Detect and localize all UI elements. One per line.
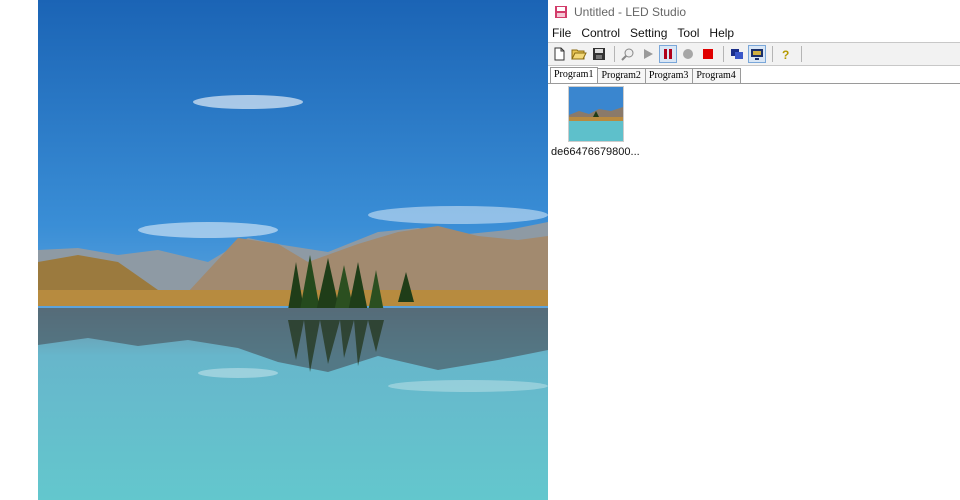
title-bar: Untitled - LED Studio (548, 0, 960, 24)
record-icon (683, 49, 693, 59)
screen-icon (751, 49, 763, 60)
save-button[interactable] (590, 45, 608, 63)
tab-program2[interactable]: Program2 (597, 68, 646, 83)
menu-file[interactable]: File (552, 26, 571, 40)
help-question-icon: ? (782, 48, 789, 61)
magnifier-icon (621, 48, 634, 61)
tab-program3[interactable]: Program3 (644, 68, 694, 83)
toolbar-separator (723, 46, 724, 62)
windows-overlap-icon (731, 49, 743, 59)
tab-program1[interactable]: Program1 (550, 67, 599, 83)
record-button[interactable] (679, 45, 697, 63)
save-icon (593, 48, 605, 60)
help-button[interactable]: ? (777, 45, 795, 63)
pause-button[interactable] (659, 45, 677, 63)
menu-tool[interactable]: Tool (677, 26, 699, 40)
media-filename: de66476679800... (551, 146, 640, 158)
screen-toggle-button[interactable] (748, 45, 766, 63)
toolbar: ? (548, 42, 960, 66)
stop-icon (703, 49, 713, 59)
play-button[interactable] (639, 45, 657, 63)
zoom-button[interactable] (619, 45, 637, 63)
tab-program4[interactable]: Program4 (692, 68, 741, 83)
new-file-icon (554, 47, 565, 61)
landscape-thumbnail (569, 87, 623, 141)
toolbar-separator (614, 46, 615, 62)
play-icon (644, 49, 653, 59)
pause-icon (664, 49, 672, 59)
led-studio-window: Untitled - LED Studio File Control Setti… (548, 0, 960, 500)
new-file-button[interactable] (550, 45, 568, 63)
toolbar-separator (772, 46, 773, 62)
menu-setting[interactable]: Setting (630, 26, 667, 40)
preview-image (38, 0, 548, 500)
landscape-picture (38, 0, 548, 500)
open-button[interactable] (570, 45, 588, 63)
stop-button[interactable] (699, 45, 717, 63)
svg-text:?: ? (782, 48, 789, 61)
media-thumbnail (568, 86, 624, 142)
media-item[interactable]: de66476679800... (551, 86, 641, 158)
window-title: Untitled - LED Studio (574, 5, 687, 19)
window-overlap-button[interactable] (728, 45, 746, 63)
program-content: de66476679800... (548, 84, 960, 484)
menu-control[interactable]: Control (581, 26, 620, 40)
menu-bar: File Control Setting Tool Help (548, 24, 960, 42)
folder-open-icon (571, 49, 587, 60)
menu-help[interactable]: Help (709, 26, 734, 40)
app-icon (555, 6, 567, 18)
program-tabs: Program1 Program2 Program3 Program4 (548, 67, 960, 84)
toolbar-separator (801, 46, 802, 62)
